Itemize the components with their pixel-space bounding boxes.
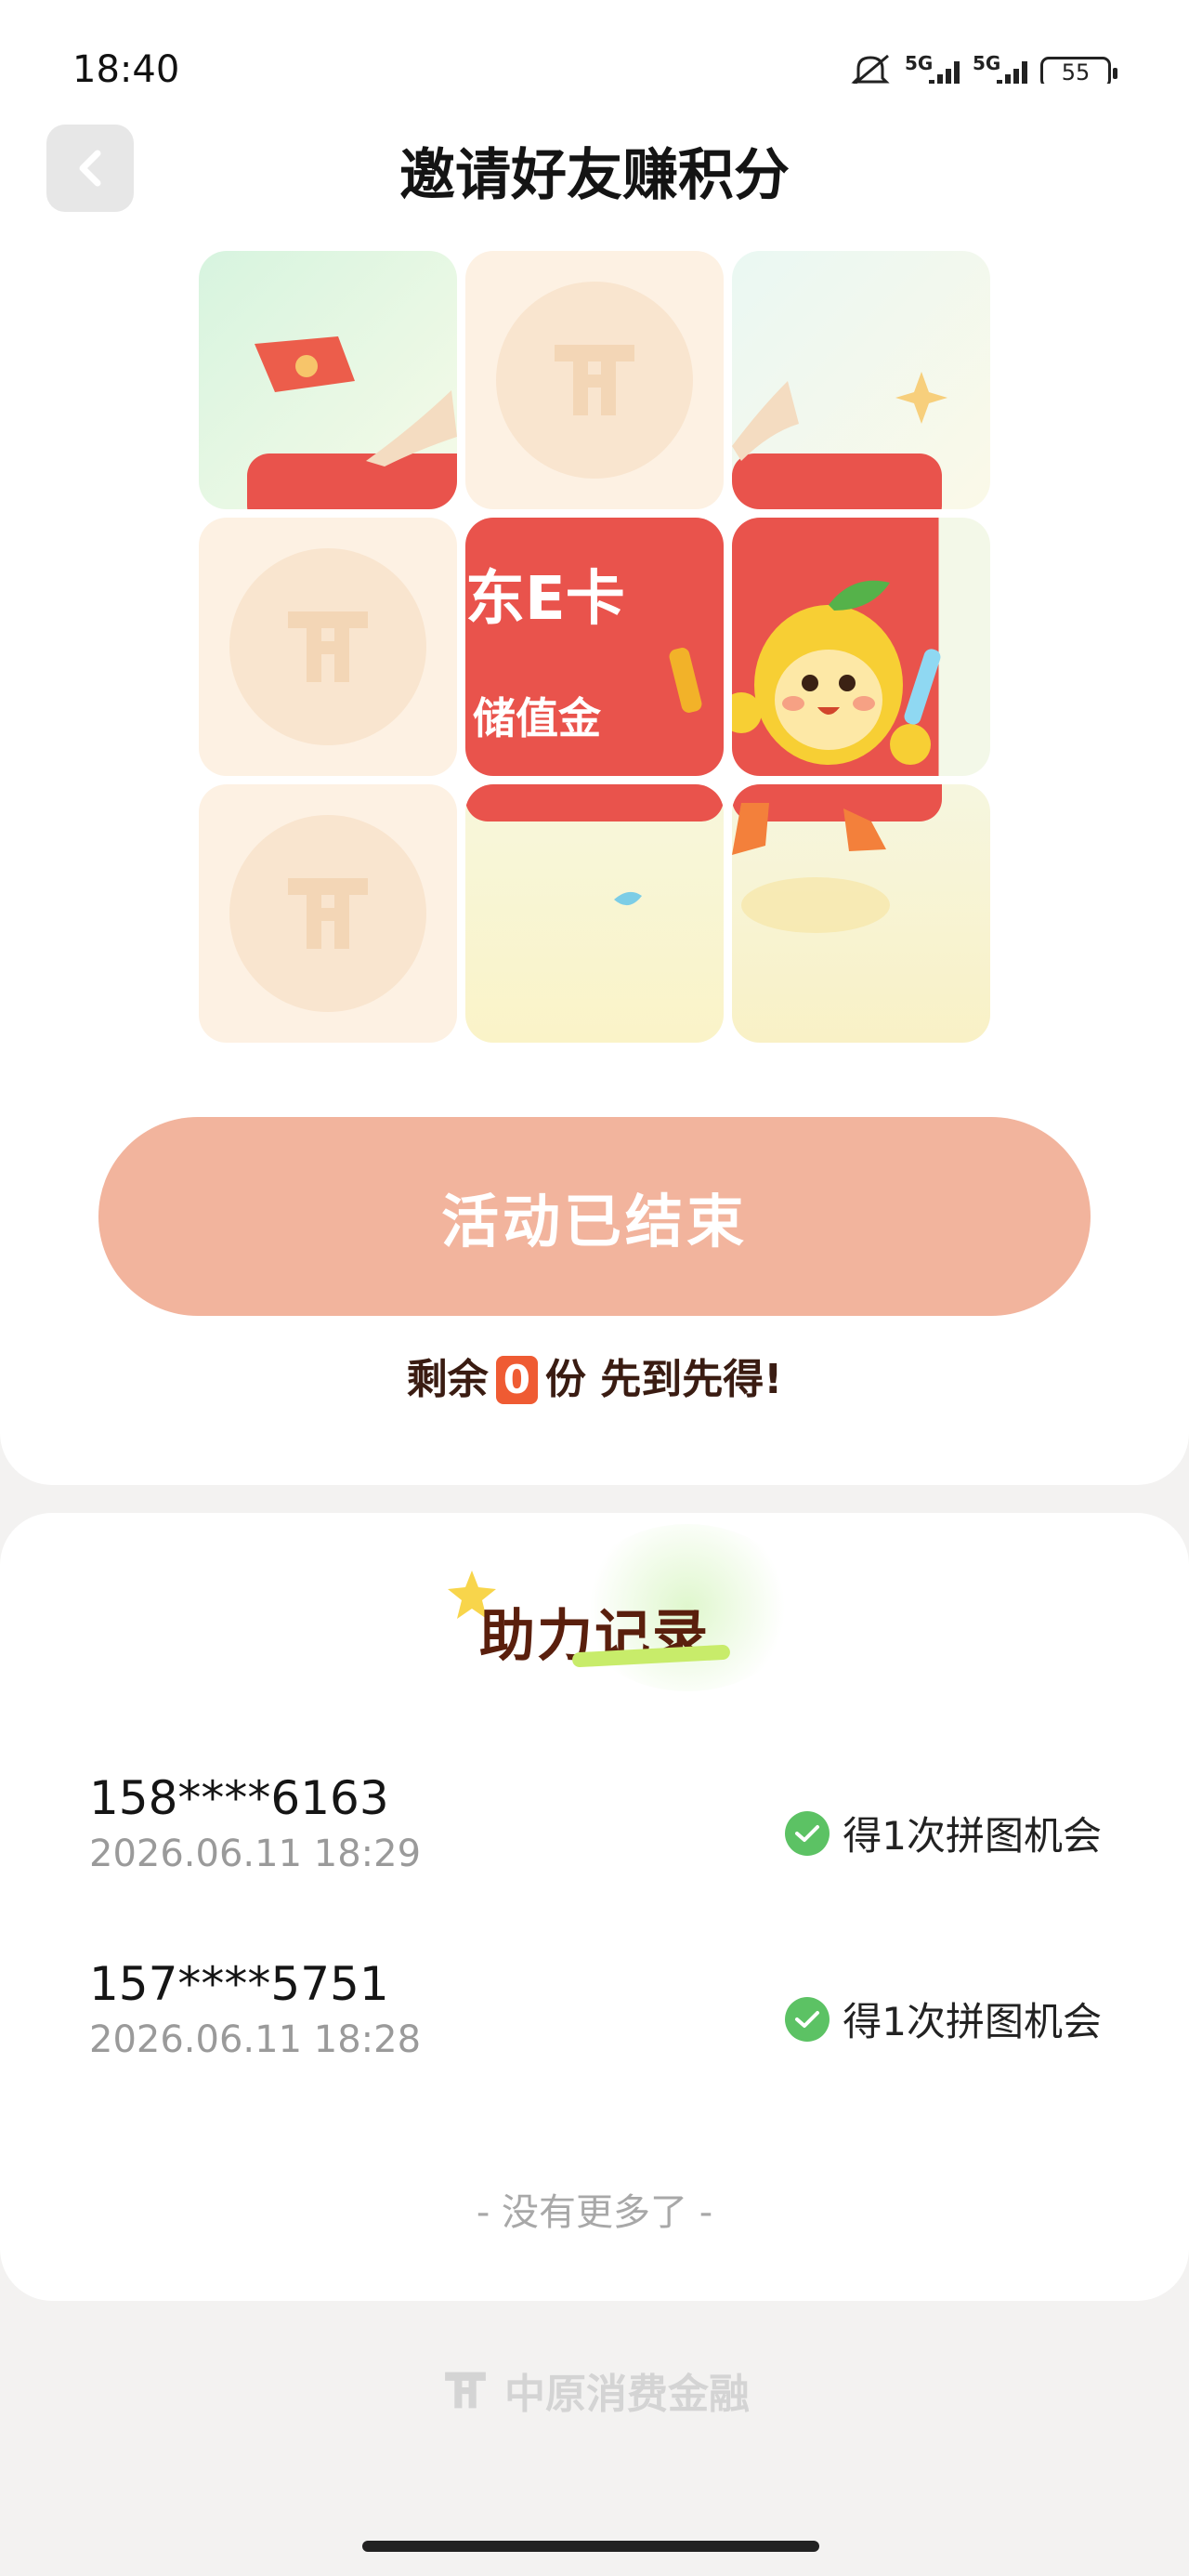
puzzle-piece [732, 251, 990, 509]
brand-coin-icon [229, 815, 426, 1012]
network-label: 5G [905, 52, 934, 74]
brand-logo-icon [445, 2372, 486, 2409]
record-phone: 157****5751 [89, 1957, 389, 2011]
record-time: 2026.06.11 18:29 [89, 1833, 422, 1875]
record-time: 2026.06.11 18:28 [89, 2018, 422, 2061]
remain-prefix: 剩余 [406, 1356, 489, 1403]
brand-coin-icon [496, 282, 693, 479]
no-more-text: - 没有更多了 - [476, 2191, 713, 2234]
battery-level: 55 [1061, 59, 1091, 85]
record-row: 157****5751 2026.06.11 18:28 得1次拼图机会 [89, 1957, 1102, 2078]
puzzle-piece [732, 784, 990, 1043]
puzzle-piece-hidden [199, 784, 457, 1043]
network-label: 5G [973, 52, 1001, 74]
page-title: 邀请好友赚积分 [399, 143, 790, 208]
footer-logo: 中原消费金融 [0, 2360, 1189, 2420]
puzzle-piece [732, 518, 990, 776]
puzzle-grid: 东E卡 储值金 [199, 251, 990, 1045]
activity-ended-button[interactable]: 活动已结束 [98, 1117, 1091, 1316]
puzzle-piece [199, 251, 457, 509]
remaining-stock: 剩余 0 份 先到先得! [0, 1346, 1189, 1405]
brand-coin-icon [229, 548, 426, 745]
remain-suffix: 份 先到先得! [544, 1356, 783, 1403]
reward-text: 得1次拼图机会 [843, 1813, 1102, 1859]
check-icon [785, 1810, 830, 1856]
home-indicator[interactable] [362, 2541, 819, 2552]
remain-count-badge: 0 [495, 1356, 538, 1404]
mascot-icon [732, 580, 941, 765]
puzzle-piece-hidden [199, 518, 457, 776]
brand-name: 中原消费金融 [504, 2371, 750, 2418]
check-icon [785, 1996, 830, 2042]
record-reward: 得1次拼图机会 [785, 1805, 1102, 1861]
puzzle-piece-hidden [465, 251, 724, 509]
record-phone: 158****6163 [89, 1771, 389, 1825]
reward-text: 得1次拼图机会 [843, 1999, 1102, 2044]
puzzle-piece [465, 784, 724, 1043]
record-reward: 得1次拼图机会 [785, 1991, 1102, 2047]
record-row: 158****6163 2026.06.11 18:29 得1次拼图机会 [89, 1771, 1102, 1892]
puzzle-piece: 东E卡 储值金 [465, 518, 724, 776]
